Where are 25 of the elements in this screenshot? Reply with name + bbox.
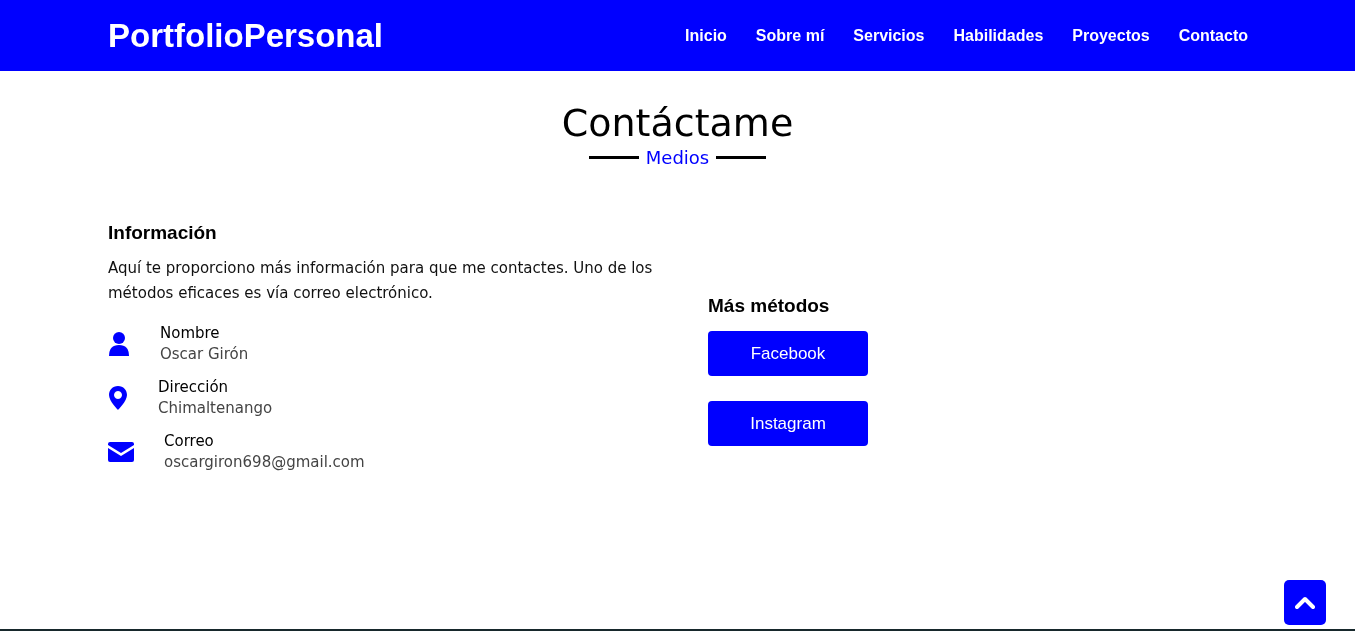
section-subtitle: Medios [645, 147, 710, 168]
chevron-up-icon [1295, 595, 1315, 610]
info-heading: Información [108, 222, 218, 244]
site-logo[interactable]: PortfolioPersonal [108, 16, 384, 55]
more-heading: Más métodos [708, 295, 831, 317]
nav-link[interactable]: Inicio [685, 26, 727, 45]
user-icon [108, 330, 130, 357]
nav-link[interactable]: Servicios [853, 26, 925, 45]
nav-link[interactable]: Proyectos [1072, 26, 1150, 45]
mail-icon [108, 441, 134, 462]
nav-link[interactable]: Habilidades [953, 26, 1044, 45]
social-button[interactable]: Facebook [708, 331, 868, 376]
contact-label: Dirección [158, 378, 230, 396]
section-title: Contáctame [561, 101, 794, 145]
contact-value: Chimaltenango [158, 399, 273, 417]
location-pin-icon [108, 384, 128, 411]
nav-link[interactable]: Contacto [1178, 26, 1248, 45]
back-to-top-button[interactable] [1284, 580, 1326, 625]
nav-link[interactable]: Sobre mí [755, 26, 825, 45]
social-button[interactable]: Instagram [708, 401, 868, 446]
info-text: Aquí te proporciono más información para que me contactes. Uno de los métodos eficaces es vía correo electrónico. [108, 258, 654, 304]
contact-value: oscargiron698@gmail.com [164, 453, 365, 471]
contact-label: Correo [164, 432, 215, 450]
contact-value: Oscar Girón [160, 345, 249, 363]
contact-label: Nombre [160, 324, 221, 342]
